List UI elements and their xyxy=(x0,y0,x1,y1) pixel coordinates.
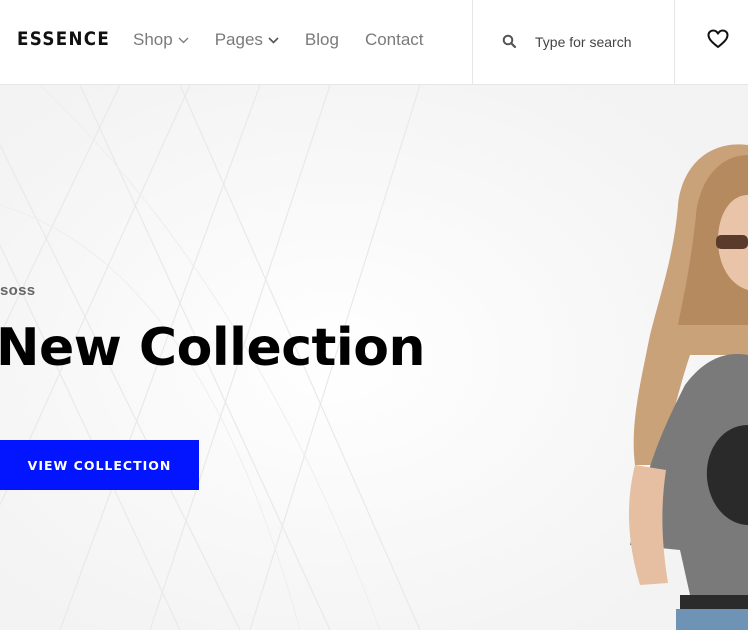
nav-item-label: Shop xyxy=(133,30,173,49)
search-icon[interactable] xyxy=(502,34,517,53)
view-collection-button[interactable]: VIEW COLLECTION xyxy=(0,440,199,490)
nav-item-label: Pages xyxy=(214,30,263,49)
chevron-down-icon xyxy=(178,37,189,44)
search-input[interactable] xyxy=(533,30,667,54)
nav-item-label: Blog xyxy=(304,30,339,49)
search-box xyxy=(472,0,675,84)
model-photo xyxy=(628,144,748,630)
heart-icon[interactable] xyxy=(707,29,729,53)
site-header: ESSENCE Shop Pages Blog Contact xyxy=(0,0,748,85)
nav-item-label: Contact xyxy=(364,30,424,49)
nav-item-blog[interactable]: Blog xyxy=(305,30,339,50)
nav-item-shop[interactable]: Shop xyxy=(133,30,189,50)
hero-section: soss New Collection VIEW COLLECTION xyxy=(0,85,748,630)
nav-item-pages[interactable]: Pages xyxy=(215,30,279,50)
main-nav: Shop Pages Blog Contact xyxy=(133,30,450,50)
chevron-down-icon xyxy=(268,36,279,44)
nav-item-contact[interactable]: Contact xyxy=(365,30,424,50)
hero-title: New Collection xyxy=(0,318,425,378)
hero-brand-tag: soss xyxy=(0,282,36,299)
site-logo[interactable]: ESSENCE xyxy=(17,28,110,50)
